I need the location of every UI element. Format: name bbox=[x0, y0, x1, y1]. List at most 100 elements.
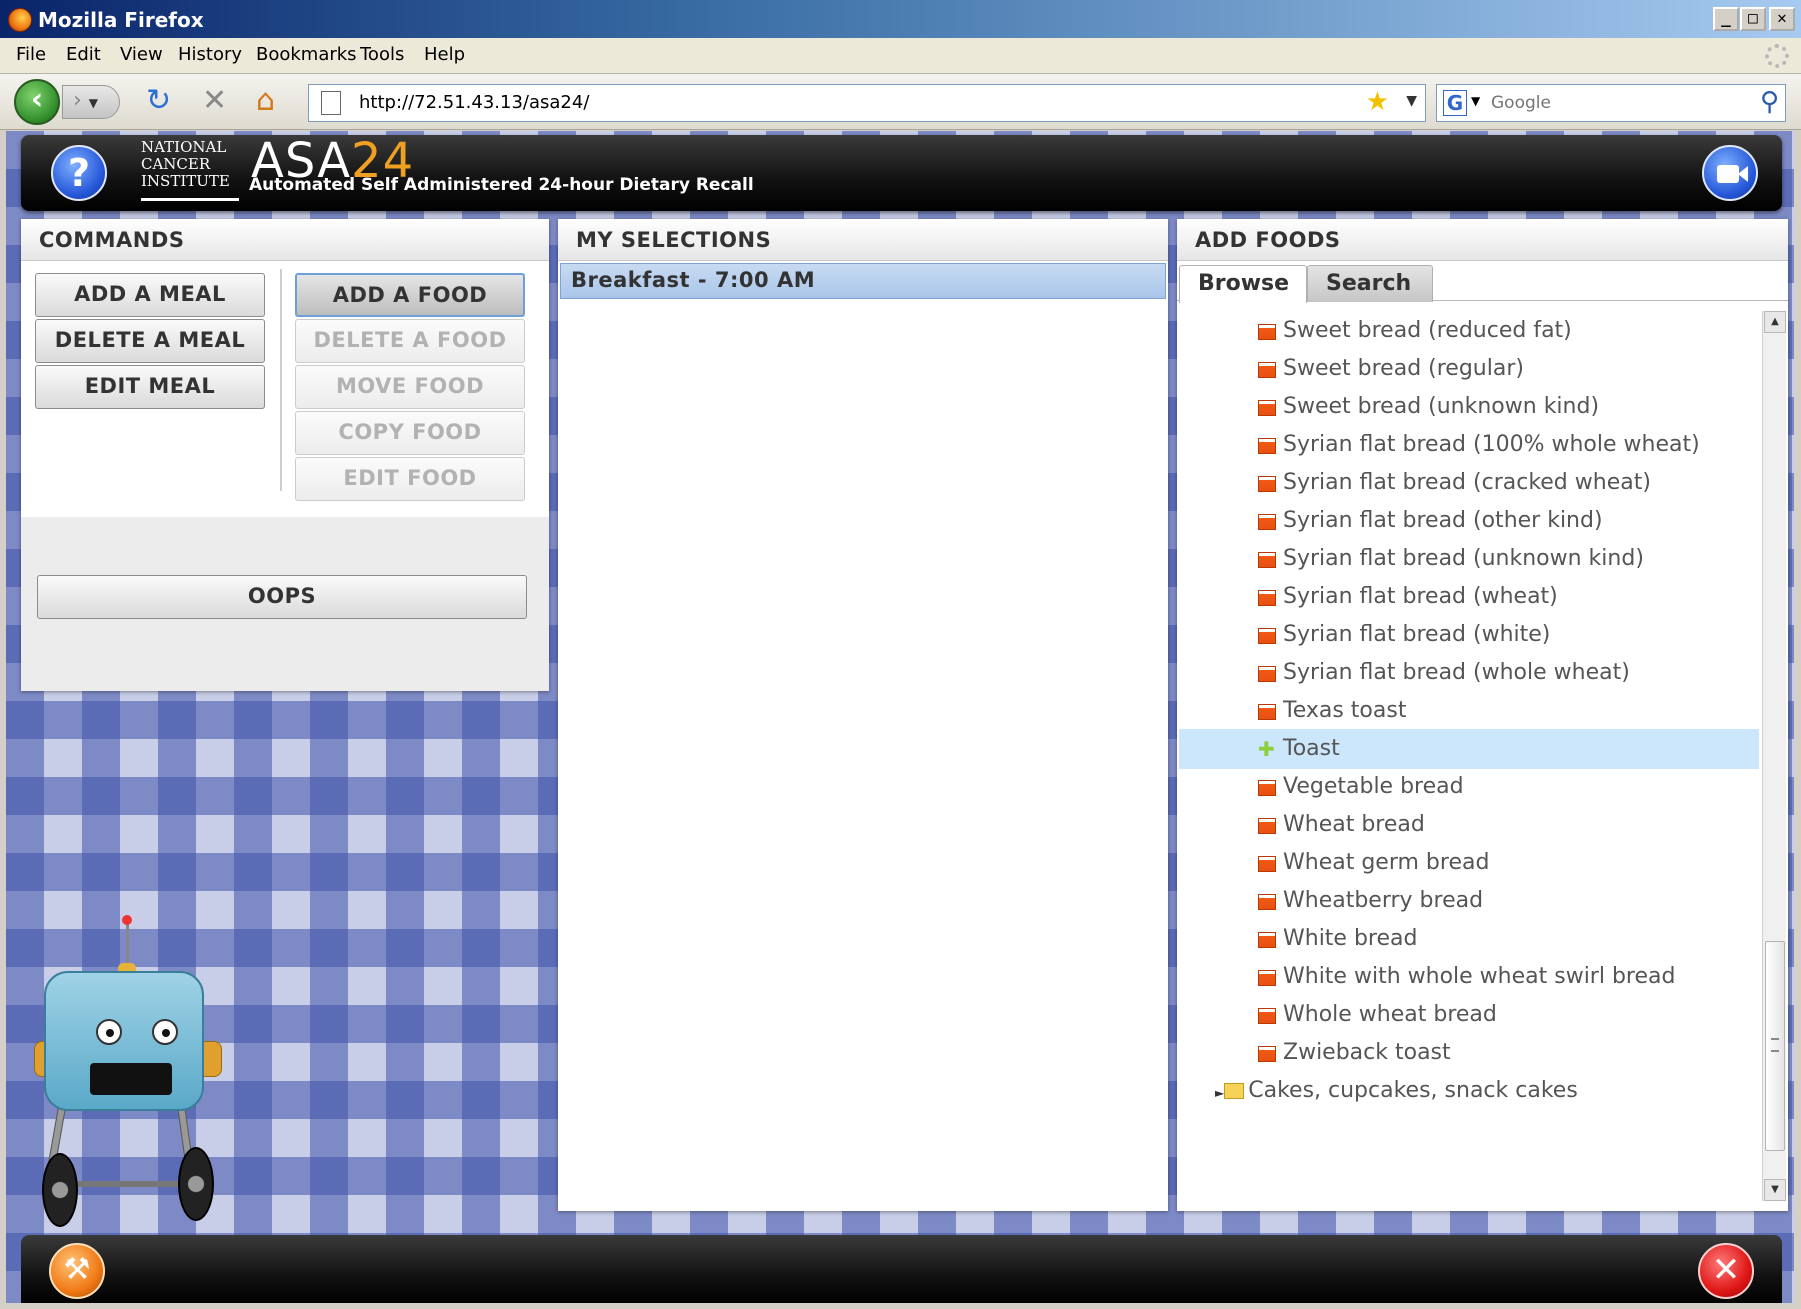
food-item-label: Texas toast bbox=[1283, 698, 1407, 723]
list-item[interactable]: Sweet bread (regular) bbox=[1179, 349, 1759, 389]
url-text[interactable]: http://72.51.43.13/asa24/ bbox=[359, 92, 589, 113]
nci-logo-line: NATIONAL bbox=[141, 138, 227, 156]
food-item-label: Sweet bread (unknown kind) bbox=[1283, 394, 1600, 419]
reload-icon[interactable]: ↻ bbox=[146, 86, 171, 116]
folder-icon bbox=[1224, 1083, 1245, 1099]
url-bar[interactable]: http://72.51.43.13/asa24/ ★ ▼ bbox=[308, 84, 1426, 122]
bookmark-star-icon[interactable]: ★ bbox=[1366, 87, 1389, 117]
list-item[interactable]: Wheat bread bbox=[1179, 805, 1759, 845]
list-item[interactable]: Wheatberry bread bbox=[1179, 881, 1759, 921]
nci-logo-line: CANCER bbox=[141, 155, 211, 173]
exit-button[interactable]: ✕ bbox=[1698, 1243, 1754, 1299]
list-item[interactable]: Vegetable bread bbox=[1179, 767, 1759, 807]
food-item-label: Vegetable bread bbox=[1283, 774, 1464, 799]
food-item-label: Syrian flat bread (unknown kind) bbox=[1283, 546, 1644, 571]
menu-history[interactable]: History bbox=[178, 44, 242, 65]
food-item-label: Wheat bread bbox=[1283, 812, 1425, 837]
list-item[interactable]: Syrian flat bread (wheat) bbox=[1179, 577, 1759, 617]
list-item[interactable]: White with whole wheat swirl bread bbox=[1179, 957, 1759, 997]
google-icon[interactable]: G bbox=[1443, 90, 1467, 116]
list-item[interactable]: Syrian flat bread (other kind) bbox=[1179, 501, 1759, 541]
window-titlebar: Mozilla Firefox _ □ ✕ bbox=[0, 0, 1801, 38]
scroll-up-icon[interactable]: ▲ bbox=[1764, 311, 1786, 333]
close-window-button[interactable]: ✕ bbox=[1769, 7, 1795, 31]
magnifier-icon[interactable]: ⚲ bbox=[1760, 87, 1779, 117]
food-item-icon bbox=[1258, 476, 1276, 492]
url-dropdown-icon[interactable]: ▼ bbox=[1406, 93, 1417, 109]
list-item[interactable]: Syrian flat bread (whole wheat) bbox=[1179, 653, 1759, 693]
list-item[interactable]: Zwieback toast bbox=[1179, 1033, 1759, 1073]
asa24-app: ? NATIONAL CANCER INSTITUTE ASA24 Automa… bbox=[6, 131, 1794, 1303]
list-item[interactable]: Syrian flat bread (100% whole wheat) bbox=[1179, 425, 1759, 465]
add-food-button[interactable]: ADD A FOOD bbox=[295, 273, 525, 317]
food-item-icon bbox=[1258, 552, 1276, 568]
home-icon[interactable]: ⌂ bbox=[256, 86, 275, 116]
food-item-icon bbox=[1258, 362, 1276, 378]
list-item-selected[interactable]: ✚ Toast bbox=[1179, 729, 1759, 769]
help-button[interactable]: ? bbox=[51, 145, 107, 201]
plus-icon: ✚ bbox=[1258, 737, 1275, 761]
delete-food-button: DELETE A FOOD bbox=[295, 319, 525, 363]
list-item[interactable]: Syrian flat bread (cracked wheat) bbox=[1179, 463, 1759, 503]
expand-arrow-icon[interactable]: ► bbox=[1215, 1086, 1224, 1100]
robot-head bbox=[44, 971, 204, 1111]
commands-title: COMMANDS bbox=[21, 219, 549, 261]
move-food-button: MOVE FOOD bbox=[295, 365, 525, 409]
menu-edit[interactable]: Edit bbox=[66, 44, 101, 65]
scroll-thumb[interactable] bbox=[1765, 941, 1785, 1151]
food-list-scrollbar[interactable]: ▲ ▼ bbox=[1762, 311, 1786, 1201]
list-item[interactable]: Texas toast bbox=[1179, 691, 1759, 731]
food-item-label: Syrian flat bread (cracked wheat) bbox=[1283, 470, 1651, 495]
search-engine-dropdown-icon[interactable]: ▼ bbox=[1471, 94, 1480, 108]
stop-icon[interactable]: ✕ bbox=[202, 86, 227, 116]
forward-icon[interactable]: › ▼ bbox=[62, 85, 120, 119]
add-foods-title: ADD FOODS bbox=[1177, 219, 1788, 261]
robot-wheel bbox=[42, 1153, 78, 1227]
list-item[interactable]: White bread bbox=[1179, 919, 1759, 959]
video-camera-button[interactable] bbox=[1702, 145, 1758, 201]
food-item-label: Syrian flat bread (100% whole wheat) bbox=[1283, 432, 1700, 457]
food-item-label: White bread bbox=[1283, 926, 1418, 951]
maximize-button[interactable]: □ bbox=[1740, 7, 1766, 31]
food-item-icon bbox=[1258, 666, 1276, 682]
add-meal-button[interactable]: ADD A MEAL bbox=[35, 273, 265, 317]
meal-row-breakfast[interactable]: Breakfast - 7:00 AM bbox=[560, 263, 1166, 299]
food-category-row[interactable]: ► Cakes, cupcakes, snack cakes bbox=[1215, 1071, 1578, 1113]
food-item-icon bbox=[1258, 400, 1276, 416]
minimize-button[interactable]: _ bbox=[1713, 7, 1739, 31]
food-item-icon bbox=[1258, 628, 1276, 644]
food-item-icon bbox=[1258, 818, 1276, 834]
search-input[interactable] bbox=[1489, 89, 1739, 117]
delete-meal-button[interactable]: DELETE A MEAL bbox=[35, 319, 265, 363]
menu-help[interactable]: Help bbox=[424, 44, 465, 65]
add-foods-panel: ADD FOODS Search Browse Sweet bread (red… bbox=[1177, 219, 1788, 1211]
food-item-icon bbox=[1258, 704, 1276, 720]
firefox-icon bbox=[8, 8, 32, 32]
menu-view[interactable]: View bbox=[120, 44, 163, 65]
oops-button[interactable]: OOPS bbox=[37, 575, 527, 619]
list-item[interactable]: Sweet bread (unknown kind) bbox=[1179, 387, 1759, 427]
tools-button[interactable]: ⚒ bbox=[49, 1243, 105, 1299]
food-item-icon bbox=[1258, 894, 1276, 910]
edit-meal-button[interactable]: EDIT MEAL bbox=[35, 365, 265, 409]
scroll-down-icon[interactable]: ▼ bbox=[1764, 1179, 1786, 1201]
list-item[interactable]: Syrian flat bread (white) bbox=[1179, 615, 1759, 655]
food-item-label: Wheat germ bread bbox=[1283, 850, 1490, 875]
menu-file[interactable]: File bbox=[16, 44, 46, 65]
robot-eye bbox=[152, 1019, 178, 1045]
menu-tools[interactable]: Tools bbox=[360, 44, 404, 65]
list-item[interactable]: Sweet bread (reduced fat) bbox=[1179, 311, 1759, 351]
tab-browse[interactable]: Browse bbox=[1179, 265, 1307, 303]
food-item-icon bbox=[1258, 780, 1276, 796]
search-bar[interactable]: G ▼ ⚲ bbox=[1436, 84, 1786, 122]
video-camera-lens bbox=[1738, 166, 1748, 182]
list-item[interactable]: Syrian flat bread (unknown kind) bbox=[1179, 539, 1759, 579]
food-item-label: Syrian flat bread (white) bbox=[1283, 622, 1551, 647]
food-item-label: Zwieback toast bbox=[1283, 1040, 1451, 1065]
list-item[interactable]: Whole wheat bread bbox=[1179, 995, 1759, 1035]
back-icon[interactable]: ‹ bbox=[14, 79, 60, 125]
food-browse-list: Sweet bread (reduced fat) Sweet bread (r… bbox=[1179, 311, 1759, 1201]
tab-search[interactable]: Search bbox=[1307, 265, 1433, 302]
list-item[interactable]: Wheat germ bread bbox=[1179, 843, 1759, 883]
menu-bookmarks[interactable]: Bookmarks bbox=[256, 44, 357, 65]
